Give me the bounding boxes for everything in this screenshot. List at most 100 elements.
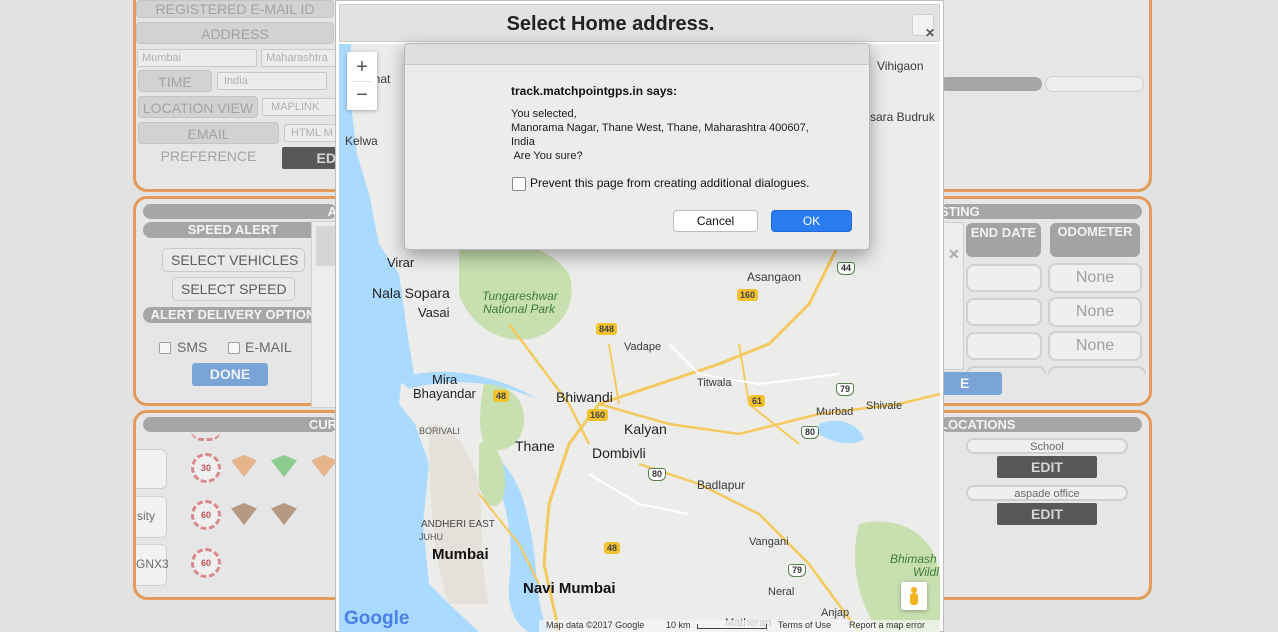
done-button[interactable]: DONE [192, 363, 268, 386]
select-vehicles-dropdown[interactable]: SELECT VEHICLES [162, 248, 305, 272]
map-label: sara Budruk [870, 110, 935, 124]
close-icon[interactable]: ✕ [925, 26, 935, 40]
select-speed-dropdown[interactable]: SELECT SPEED [172, 277, 295, 301]
highway-shield: 79 [836, 383, 855, 396]
odometer-cell: None [1048, 331, 1142, 361]
dialog-message-line: You selected, [511, 108, 577, 120]
sms-label: SMS [177, 339, 208, 355]
end-date-cell [966, 332, 1042, 360]
map-label: Vihigaon [877, 59, 924, 73]
location-name: aspade office [966, 485, 1128, 501]
highway-shield: 848 [596, 323, 618, 335]
location-view-select[interactable]: MAPLINK [262, 98, 336, 116]
map-label: Mumbai [432, 546, 489, 563]
map-label: Virar [387, 255, 415, 270]
listing-action-button[interactable]: E [942, 372, 1002, 395]
map-label: Anjap [821, 607, 850, 619]
state-field[interactable]: Maharashtra [261, 49, 336, 67]
map-label: Kelwa [345, 134, 378, 148]
email-checkbox[interactable] [228, 342, 240, 354]
map-label: Bhiwandi [556, 389, 613, 405]
map-label: ANDHERI EAST [421, 519, 495, 530]
map-label: Badlapur [697, 478, 746, 492]
map-label: Murbad [816, 406, 854, 418]
street-view-pegman-icon[interactable] [901, 582, 927, 610]
map-label: Bhayandar [413, 386, 476, 401]
odometer-cell: None [1048, 263, 1142, 293]
city-field[interactable]: Mumbai [137, 49, 257, 67]
map-label: Thane [515, 438, 555, 454]
map-label: Navi Mumbai [523, 580, 616, 597]
edit-profile-button[interactable]: ED [282, 147, 336, 169]
odometer-cell: None [1048, 297, 1142, 327]
listing-row-partial [1048, 366, 1146, 374]
map-label: Mira [432, 372, 458, 387]
map-label: Vadape [624, 341, 662, 353]
map-label: Asangaon [747, 270, 802, 284]
highway-shield: 80 [801, 426, 820, 439]
highway-shield: 79 [788, 564, 807, 577]
prevent-dialogs-label: Prevent this page from creating addition… [530, 176, 810, 190]
cancel-button[interactable]: Cancel [673, 210, 758, 232]
alert-delivery-header: ALERT DELIVERY OPTION [143, 307, 323, 323]
map-label: Tungareshwar [482, 289, 558, 303]
speed-gauge: 60 [191, 500, 221, 530]
dialog-message-line: India [511, 136, 535, 148]
map-scale-bar [697, 624, 767, 629]
end-date-cell [966, 298, 1042, 326]
highway-shield: 48 [604, 542, 621, 554]
sms-checkbox[interactable] [159, 342, 171, 354]
vehicle-name: sity [137, 509, 155, 523]
highway-shield: 160 [587, 409, 609, 421]
map-label: Vangani [749, 536, 789, 548]
map-label: Vasai [418, 305, 450, 320]
locations-header: LOCATIONS [940, 417, 1142, 432]
terms-link[interactable]: Terms of Use [778, 620, 831, 630]
zoom-out-button[interactable]: − [347, 82, 377, 108]
map-label: Nala Sopara [372, 285, 450, 301]
end-date-cell [966, 264, 1042, 292]
time-zone-select[interactable]: India [217, 72, 327, 90]
edit-location-button[interactable]: EDIT [997, 503, 1097, 525]
listing-header: STING [940, 204, 1142, 219]
map-label: JUHU [419, 532, 443, 542]
speed-alert-header: SPEED ALERT [143, 222, 323, 238]
ok-button[interactable]: OK [771, 210, 852, 232]
progress-bar [940, 77, 1042, 91]
map-label: Bhimash [890, 552, 937, 566]
email-preference-label: EMAIL PREFERENCE [138, 122, 279, 164]
listing-side-panel [942, 222, 964, 370]
speed-gauge: 60 [191, 548, 221, 578]
location-view-label: LOCATION VIEW [138, 96, 258, 118]
alerts-header: A [143, 204, 337, 219]
email-preference-select[interactable]: HTML M [284, 124, 336, 142]
highway-shield: 160 [737, 289, 759, 301]
highway-shield: 48 [493, 390, 510, 402]
map-label: National Park [483, 302, 556, 316]
edit-location-button[interactable]: EDIT [997, 456, 1097, 478]
dialog-message-line: Manorama Nagar, Thane West, Thane, Mahar… [511, 122, 809, 134]
map-scale: 10 km [666, 620, 691, 630]
map-label: Shivale [866, 400, 903, 412]
dialog-title-bar [405, 44, 869, 65]
map-label: BORIVALI [419, 426, 460, 436]
map-label: Kalyan [624, 421, 667, 437]
confirm-dialog: track.matchpointgps.in says: You selecte… [404, 43, 870, 250]
email-label: E-MAIL [245, 339, 292, 355]
highway-shield: 61 [749, 395, 766, 407]
highway-shield: 80 [648, 468, 667, 481]
dialog-message-line: Are You sure? [511, 150, 583, 162]
odometer-header: ODOMETER [1050, 223, 1140, 257]
close-icon[interactable]: ✕ [948, 246, 960, 263]
zoom-in-button[interactable]: + [347, 54, 377, 80]
map-label: Neral [768, 586, 795, 598]
end-date-header: END DATE [966, 223, 1041, 257]
prevent-dialogs-checkbox[interactable] [512, 177, 526, 191]
location-name: School [966, 438, 1128, 454]
report-error-link[interactable]: Report a map error [849, 620, 925, 630]
map-label: Dombivli [592, 445, 646, 461]
dialog-origin: track.matchpointgps.in says: [511, 84, 678, 98]
map-label: Wildl [913, 565, 939, 579]
google-logo: Google [344, 608, 410, 629]
map-label: Titwala [697, 377, 732, 389]
